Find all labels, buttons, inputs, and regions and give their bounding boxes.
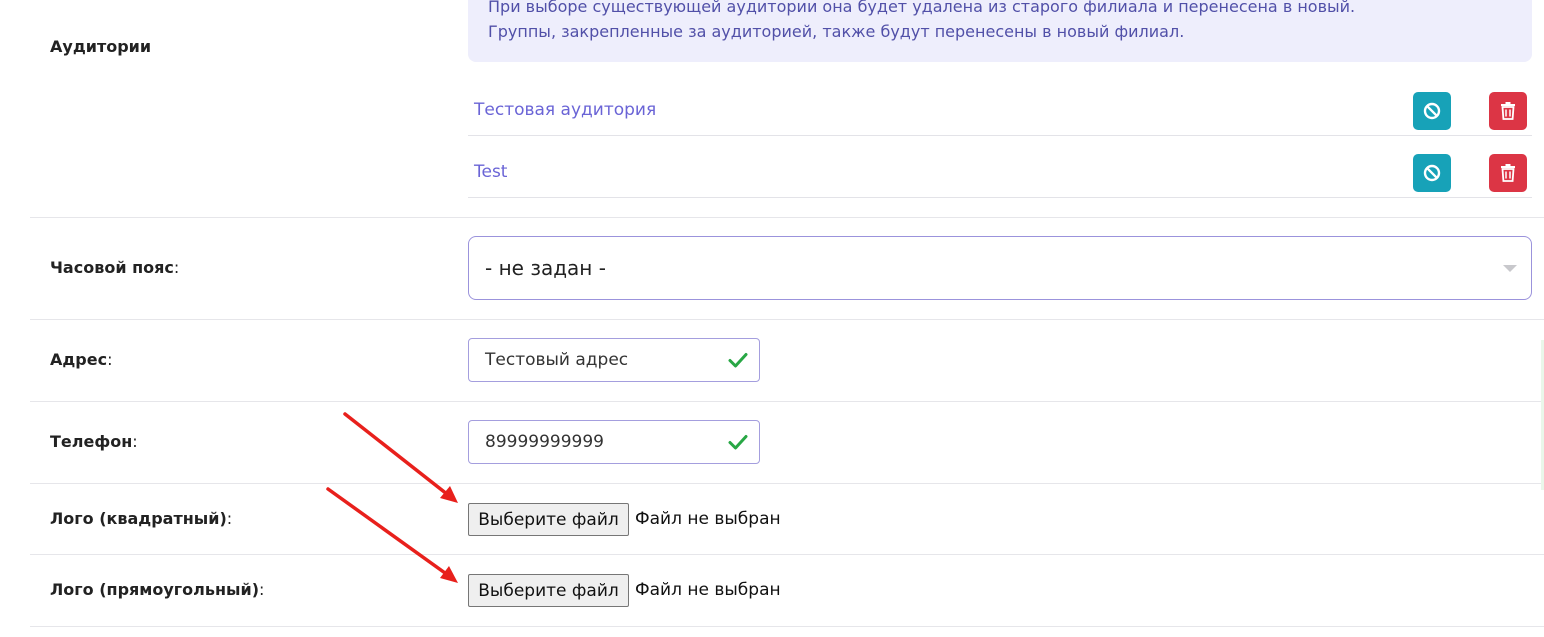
timezone-value: - не задан - xyxy=(485,256,606,280)
auditories-label: Аудитории xyxy=(50,37,152,56)
row-divider xyxy=(30,554,1544,555)
ban-icon xyxy=(1423,102,1441,120)
phone-label: Телефон: xyxy=(50,432,138,451)
logo-rect-label: Лого (прямоугольный): xyxy=(50,580,265,599)
row-divider xyxy=(30,626,1544,627)
row-divider xyxy=(30,319,1544,320)
ban-icon xyxy=(1423,164,1441,182)
logo-square-label: Лого (квадратный): xyxy=(50,509,233,528)
auditory-link[interactable]: Test xyxy=(474,162,507,182)
logo-square-file-status: Файл не выбран xyxy=(635,509,781,529)
auditory-item: Test xyxy=(468,136,1532,198)
trash-icon xyxy=(1501,164,1515,182)
annotation-arrow-icon xyxy=(343,412,458,503)
auditory-link[interactable]: Тестовая аудитория xyxy=(474,100,656,120)
address-label: Адрес: xyxy=(50,350,113,369)
block-auditory-button[interactable] xyxy=(1413,92,1451,130)
auditory-item: Тестовая аудитория xyxy=(468,74,1532,136)
trash-icon xyxy=(1501,102,1515,120)
check-icon xyxy=(728,353,748,368)
row-divider xyxy=(30,401,1544,402)
phone-value: 89999999999 xyxy=(485,432,604,452)
info-line-1: При выборе существующей аудитории она бу… xyxy=(488,0,1356,16)
timezone-label: Часовой пояс: xyxy=(50,258,180,277)
address-value: Тестовый адрес xyxy=(485,350,629,370)
annotation-arrow-icon xyxy=(326,487,458,583)
row-divider xyxy=(30,217,1544,218)
logo-rect-file-status: Файл не выбран xyxy=(635,580,781,600)
check-icon xyxy=(728,435,748,450)
row-divider xyxy=(30,483,1544,484)
info-line-2: Группы, закрепленные за аудиторией, такж… xyxy=(488,22,1185,41)
block-auditory-button[interactable] xyxy=(1413,154,1451,192)
auditories-info-box: При выборе существующей аудитории она бу… xyxy=(468,0,1532,62)
delete-auditory-button[interactable] xyxy=(1489,154,1527,192)
chevron-down-icon xyxy=(1503,265,1517,272)
address-input[interactable]: Тестовый адрес xyxy=(468,338,760,382)
delete-auditory-button[interactable] xyxy=(1489,92,1527,130)
timezone-select[interactable]: - не задан - xyxy=(468,236,1532,300)
logo-square-file-button[interactable]: Выберите файл xyxy=(468,503,629,536)
logo-rect-file-button[interactable]: Выберите файл xyxy=(468,574,629,607)
phone-input[interactable]: 89999999999 xyxy=(468,420,760,464)
